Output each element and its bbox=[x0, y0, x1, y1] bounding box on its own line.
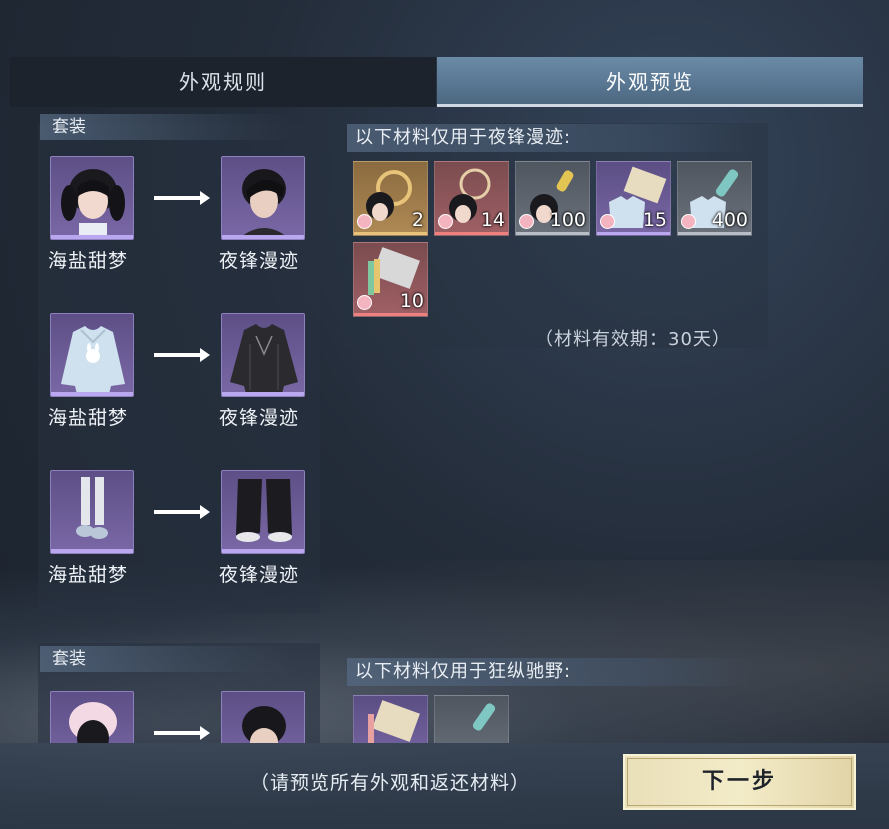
top-clothing-icon[interactable] bbox=[221, 313, 305, 397]
next-step-button[interactable]: 下一步 bbox=[623, 754, 856, 810]
source-item-name: 海盐甜梦 bbox=[48, 407, 129, 429]
clock-icon bbox=[681, 214, 696, 229]
material-item[interactable]: 15 bbox=[596, 161, 671, 236]
arrow-right-icon bbox=[154, 191, 210, 205]
clock-icon bbox=[519, 214, 534, 229]
target-item-name: 夜锋漫迹 bbox=[219, 250, 300, 272]
material-item[interactable]: 100 bbox=[515, 161, 590, 236]
clock-icon bbox=[357, 214, 372, 229]
material-quantity: 100 bbox=[549, 209, 586, 231]
pants-shoes-icon[interactable] bbox=[221, 470, 305, 554]
material-item[interactable] bbox=[353, 695, 428, 743]
clock-icon bbox=[357, 295, 372, 310]
materials-header: 以下材料仅用于狂纵驰野: bbox=[347, 658, 755, 686]
material-validity-note: （材料有效期：30天） bbox=[535, 329, 731, 350]
target-item-name: 夜锋漫迹 bbox=[219, 407, 300, 429]
tab-bar: 外观规则 外观预览 bbox=[10, 57, 863, 107]
clock-icon bbox=[438, 214, 453, 229]
pants-shoes-icon[interactable] bbox=[50, 470, 134, 554]
material-quantity: 2 bbox=[411, 209, 424, 231]
preview-scroll-area[interactable]: 套装 海盐甜梦 夜锋漫迹 海盐甜梦 夜锋漫迹 海盐甜梦 夜锋漫迹 以下材料仅用于… bbox=[0, 108, 889, 743]
arrow-right-icon bbox=[154, 348, 210, 362]
hairstyle-icon[interactable] bbox=[221, 691, 305, 743]
source-item-name: 海盐甜梦 bbox=[48, 564, 129, 586]
material-quantity: 10 bbox=[399, 290, 424, 312]
preview-hint-text: （请预览所有外观和返还材料） bbox=[250, 772, 531, 794]
material-item[interactable]: 14 bbox=[434, 161, 509, 236]
hairstyle-icon[interactable] bbox=[50, 691, 134, 743]
arrow-right-icon bbox=[154, 726, 210, 740]
outfit-conversion-row: 海盐甜梦 夜锋漫迹 bbox=[48, 470, 310, 590]
source-item-name: 海盐甜梦 bbox=[48, 250, 129, 272]
material-item[interactable]: 10 bbox=[353, 242, 428, 317]
tab-appearance-rules[interactable]: 外观规则 bbox=[10, 57, 436, 107]
material-item[interactable] bbox=[434, 695, 509, 743]
tab-appearance-preview[interactable]: 外观预览 bbox=[437, 57, 863, 107]
dye-material-icon bbox=[472, 703, 496, 731]
hairstyle-icon[interactable] bbox=[221, 156, 305, 240]
material-item[interactable]: 2 bbox=[353, 161, 428, 236]
hairstyle-icon[interactable] bbox=[50, 156, 134, 240]
materials-header: 以下材料仅用于夜锋漫迹: bbox=[347, 124, 755, 152]
material-item[interactable]: 400 bbox=[677, 161, 752, 236]
top-clothing-icon[interactable] bbox=[50, 313, 134, 397]
material-quantity: 14 bbox=[480, 209, 505, 231]
section-header: 套装 bbox=[40, 646, 292, 672]
target-item-name: 夜锋漫迹 bbox=[219, 564, 300, 586]
material-quantity: 15 bbox=[642, 209, 667, 231]
outfit-conversion-row bbox=[50, 691, 310, 743]
outfit-conversion-row: 海盐甜梦 夜锋漫迹 bbox=[48, 156, 310, 276]
cloth-material-icon bbox=[368, 700, 420, 743]
clock-icon bbox=[600, 214, 615, 229]
arrow-right-icon bbox=[154, 505, 210, 519]
outfit-conversion-row: 海盐甜梦 夜锋漫迹 bbox=[48, 313, 310, 433]
material-quantity: 400 bbox=[711, 209, 748, 231]
section-header: 套装 bbox=[40, 114, 292, 140]
